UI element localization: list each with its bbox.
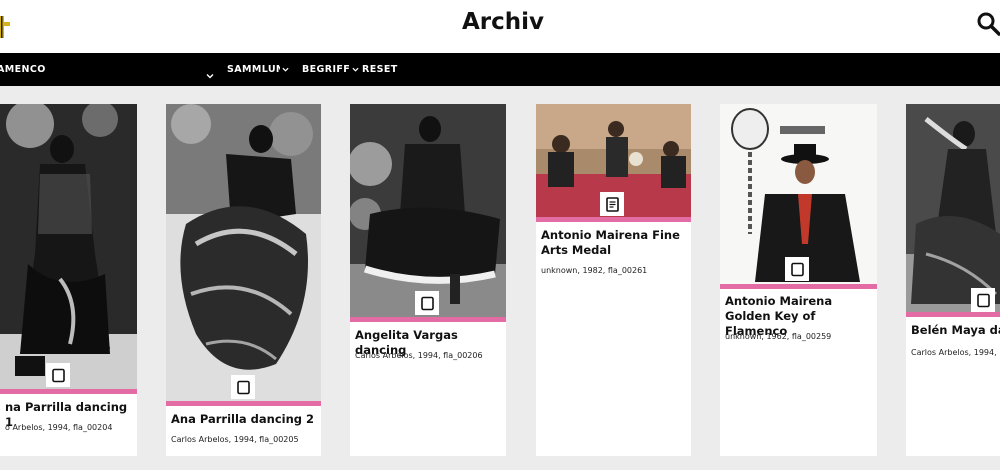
card-meta: Carlos Arbelos, 1994, fla_00205 bbox=[171, 435, 299, 444]
active-filter-label[interactable]: AMENCO bbox=[0, 64, 46, 75]
card-meta: unknown, 1982, fla_00261 bbox=[541, 266, 648, 275]
image-type-icon bbox=[231, 375, 255, 399]
menu-begriff-label: BEGRIFF bbox=[302, 64, 351, 75]
card-item[interactable]: Ana Parrilla dancing 2 Carlos Arbelos, 1… bbox=[166, 104, 321, 456]
page-title: Archiv bbox=[461, 9, 545, 35]
card-meta: unknown, 1962, fla_00259 bbox=[725, 332, 832, 341]
accent-bar bbox=[350, 317, 506, 322]
chevron-down-icon bbox=[352, 67, 359, 72]
card-item[interactable]: Belén Maya dan Carlos Arbelos, 1994, bbox=[906, 104, 1000, 456]
menu-sammlung-label: SAMMLUNG bbox=[227, 64, 280, 75]
photo-dancer bbox=[350, 104, 506, 317]
chevron-down-icon[interactable] bbox=[206, 65, 214, 79]
card-meta: Carlos Arbelos, 1994, bbox=[911, 348, 997, 357]
accent-bar bbox=[166, 401, 321, 406]
document-type-icon bbox=[600, 192, 624, 216]
card-item[interactable]: Angelita Vargas dancing Carlos Arbelos, … bbox=[350, 104, 506, 456]
photo-dancer bbox=[166, 104, 321, 401]
image-type-icon bbox=[46, 363, 70, 387]
image-type-icon bbox=[415, 291, 439, 315]
card-title: Antonio Mairena Fine Arts Medal bbox=[541, 228, 680, 257]
reset-label: RESET bbox=[362, 64, 398, 75]
accent-bar bbox=[536, 217, 691, 222]
search-icon[interactable] bbox=[976, 11, 1000, 37]
menu-sammlung[interactable]: SAMMLUNG bbox=[227, 64, 289, 75]
photo-dancer bbox=[0, 104, 137, 389]
menu-begriff[interactable]: BEGRIFF bbox=[302, 64, 359, 75]
card-item[interactable]: na Parrilla dancing 1 o Arbelos, 1994, f… bbox=[0, 104, 137, 456]
card-item[interactable]: Antonio Mairena Golden Key of Flamenco u… bbox=[720, 104, 877, 456]
accent-bar bbox=[0, 389, 137, 394]
chevron-down-icon bbox=[282, 67, 289, 72]
image-type-icon bbox=[971, 288, 995, 312]
header: Archiv bbox=[0, 0, 1000, 53]
photo-dancer bbox=[906, 104, 1000, 312]
card-meta: Carlos Arbelos, 1994, fla_00206 bbox=[355, 351, 483, 360]
image-type-icon bbox=[785, 257, 809, 281]
accent-bar bbox=[720, 284, 877, 289]
accent-bar bbox=[906, 312, 1000, 317]
card-meta: o Arbelos, 1994, fla_00204 bbox=[5, 423, 113, 432]
card-item[interactable]: Antonio Mairena Fine Arts Medal unknown,… bbox=[536, 104, 691, 456]
card-title: Belén Maya dan bbox=[911, 323, 1000, 337]
card-title: Ana Parrilla dancing 2 bbox=[171, 412, 315, 426]
filter-bar: AMENCO SAMMLUNG BEGRIFF RESET bbox=[0, 53, 1000, 86]
reset-button[interactable]: RESET bbox=[362, 64, 398, 75]
